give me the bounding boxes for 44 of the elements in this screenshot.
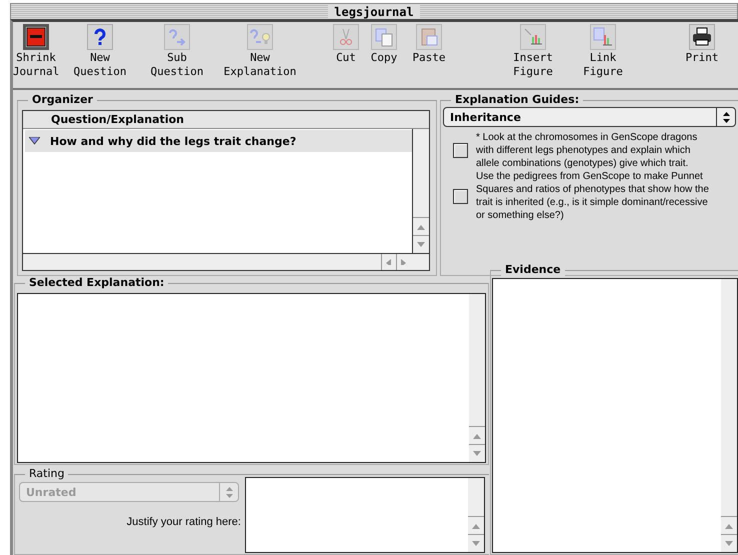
expanded-triangle-icon[interactable] bbox=[29, 137, 40, 145]
column-header: Question/Explanation bbox=[23, 111, 429, 129]
arrow-icon bbox=[473, 450, 481, 456]
updown-icon bbox=[226, 486, 232, 498]
toolbar-button[interactable]: Shrink Journal bbox=[15, 24, 57, 88]
scissors-icon bbox=[339, 27, 353, 47]
window-title: legsjournal bbox=[328, 4, 420, 18]
toolbar-button[interactable]: Print bbox=[687, 24, 717, 88]
checkbox[interactable] bbox=[453, 188, 468, 204]
question-row[interactable]: How and why did the legs trait change? bbox=[25, 130, 412, 152]
arrow-icon bbox=[472, 540, 480, 546]
scroll-bar[interactable] bbox=[468, 478, 484, 552]
updown-icon bbox=[722, 112, 730, 122]
scroll-bar[interactable] bbox=[413, 129, 429, 253]
arrow-icon bbox=[417, 224, 425, 230]
arrow-icon bbox=[473, 432, 481, 438]
guide-select[interactable]: Inheritance bbox=[443, 107, 736, 127]
bar-chart-icon bbox=[523, 27, 543, 47]
horizontal-scroll-bar[interactable] bbox=[23, 253, 429, 270]
printer-icon bbox=[692, 27, 712, 47]
scroll-bar[interactable] bbox=[721, 279, 737, 552]
question-bulb-icon bbox=[248, 27, 272, 47]
panel-title: Selected Explanation: bbox=[25, 276, 168, 289]
panel-title: Organizer bbox=[28, 93, 97, 106]
justify-label: Justify your rating here: bbox=[126, 516, 241, 528]
arrow-icon bbox=[725, 540, 733, 546]
panel-title: Rating bbox=[25, 467, 68, 480]
guide-text: * Look at the chromosomes in GenScope dragons with different legs phenotypes and explain which allele combinations (genotypes) give which trait. bbox=[476, 131, 698, 170]
scroll-bar[interactable] bbox=[469, 294, 485, 462]
arrow-icon bbox=[472, 522, 480, 528]
arrow-icon bbox=[417, 242, 425, 248]
copy-icon bbox=[374, 27, 394, 47]
arrow-icon bbox=[725, 522, 733, 528]
justify-text-area[interactable] bbox=[245, 477, 485, 553]
question-text: How and why did the legs trait change? bbox=[50, 134, 296, 148]
document-chart-icon bbox=[593, 27, 613, 47]
toolbar-button[interactable]: New Question bbox=[75, 24, 125, 88]
guide-text: Use the pedigrees from GenScope to make Punnet Squares and ratios of phenotypes that show how the trait is inherited (e.g., is it simple dominant/recessive or something else?) bbox=[476, 170, 710, 222]
checkbox[interactable] bbox=[453, 143, 468, 158]
clipboard-icon bbox=[419, 27, 439, 47]
panel-title: Evidence bbox=[501, 263, 565, 276]
panel-title: Explanation Guides: bbox=[451, 93, 584, 106]
notebook-icon bbox=[26, 27, 46, 47]
question-arrow-icon bbox=[167, 27, 187, 47]
